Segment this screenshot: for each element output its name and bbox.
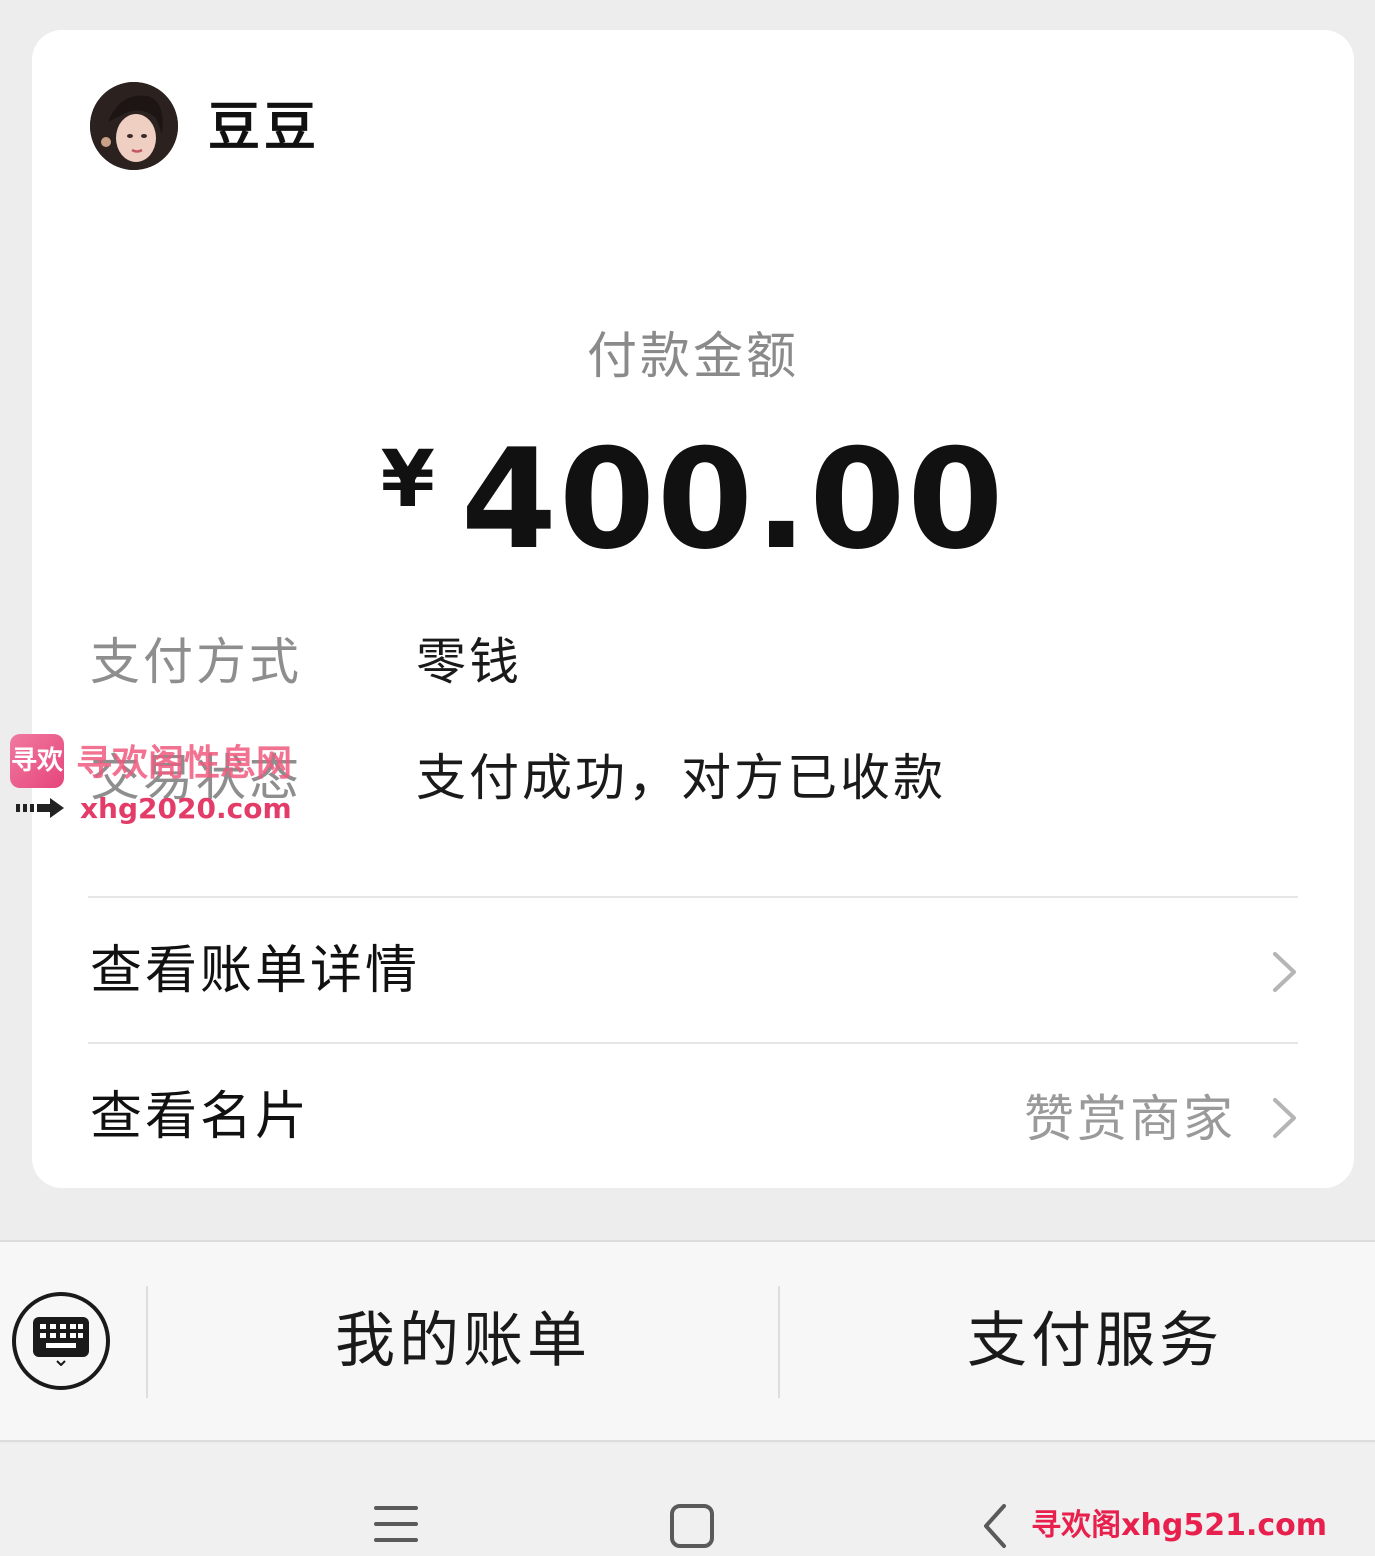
currency-symbol: ¥ [380,435,435,525]
watermark-url: xhg2020.com [80,792,292,825]
payee-avatar[interactable] [90,82,178,170]
corner-watermark: 寻欢阁xhg521.com [1031,1508,1327,1543]
arrow-right-icon [16,798,64,818]
watermark-overlay: 寻欢 寻欢阁性息网 xhg2020.com [10,732,310,832]
keyboard-toggle-button[interactable] [12,1292,110,1390]
transaction-status-value: 支付成功，对方已收款 [416,749,946,807]
watermark-title: 寻欢阁性息网 [76,743,293,784]
view-business-card-row[interactable]: 查看名片 赞赏商家 [32,1044,1354,1190]
chevron-right-icon [1273,952,1296,992]
home-square-icon[interactable] [670,1504,714,1548]
payment-success-page: 豆豆 付款金额 ¥400.00 支付方式 零钱 交易状态 支付成功，对方已收款 … [0,0,1375,1556]
amount-row: ¥400.00 [32,430,1354,612]
payment-method-value: 零钱 [416,633,522,691]
payee-name: 豆豆 [208,98,321,158]
payment-card: 豆豆 付款金额 ¥400.00 支付方式 零钱 交易状态 支付成功，对方已收款 … [32,30,1354,1188]
view-business-card-label: 查看名片 [90,1087,311,1147]
watermark-logo: 寻欢 [10,734,64,788]
payment-method-label: 支付方式 [90,633,302,691]
keyboard-icon [33,1317,89,1366]
my-bills-button[interactable]: 我的账单 [148,1242,778,1440]
back-chevron-icon[interactable] [980,1502,1010,1550]
bottom-action-bar: 我的账单 支付服务 [0,1240,1375,1442]
chevron-right-icon [1273,1098,1296,1138]
reward-merchant-label[interactable]: 赞赏商家 [1024,1088,1236,1150]
payment-amount: 400.00 [460,419,1006,580]
view-bill-details-row[interactable]: 查看账单详情 [32,898,1354,1044]
view-bill-details-label: 查看账单详情 [90,941,421,1001]
menu-icon[interactable] [374,1504,418,1544]
avatar-image-icon [90,82,178,170]
amount-label: 付款金额 [587,327,799,385]
pay-services-button[interactable]: 支付服务 [780,1242,1375,1440]
